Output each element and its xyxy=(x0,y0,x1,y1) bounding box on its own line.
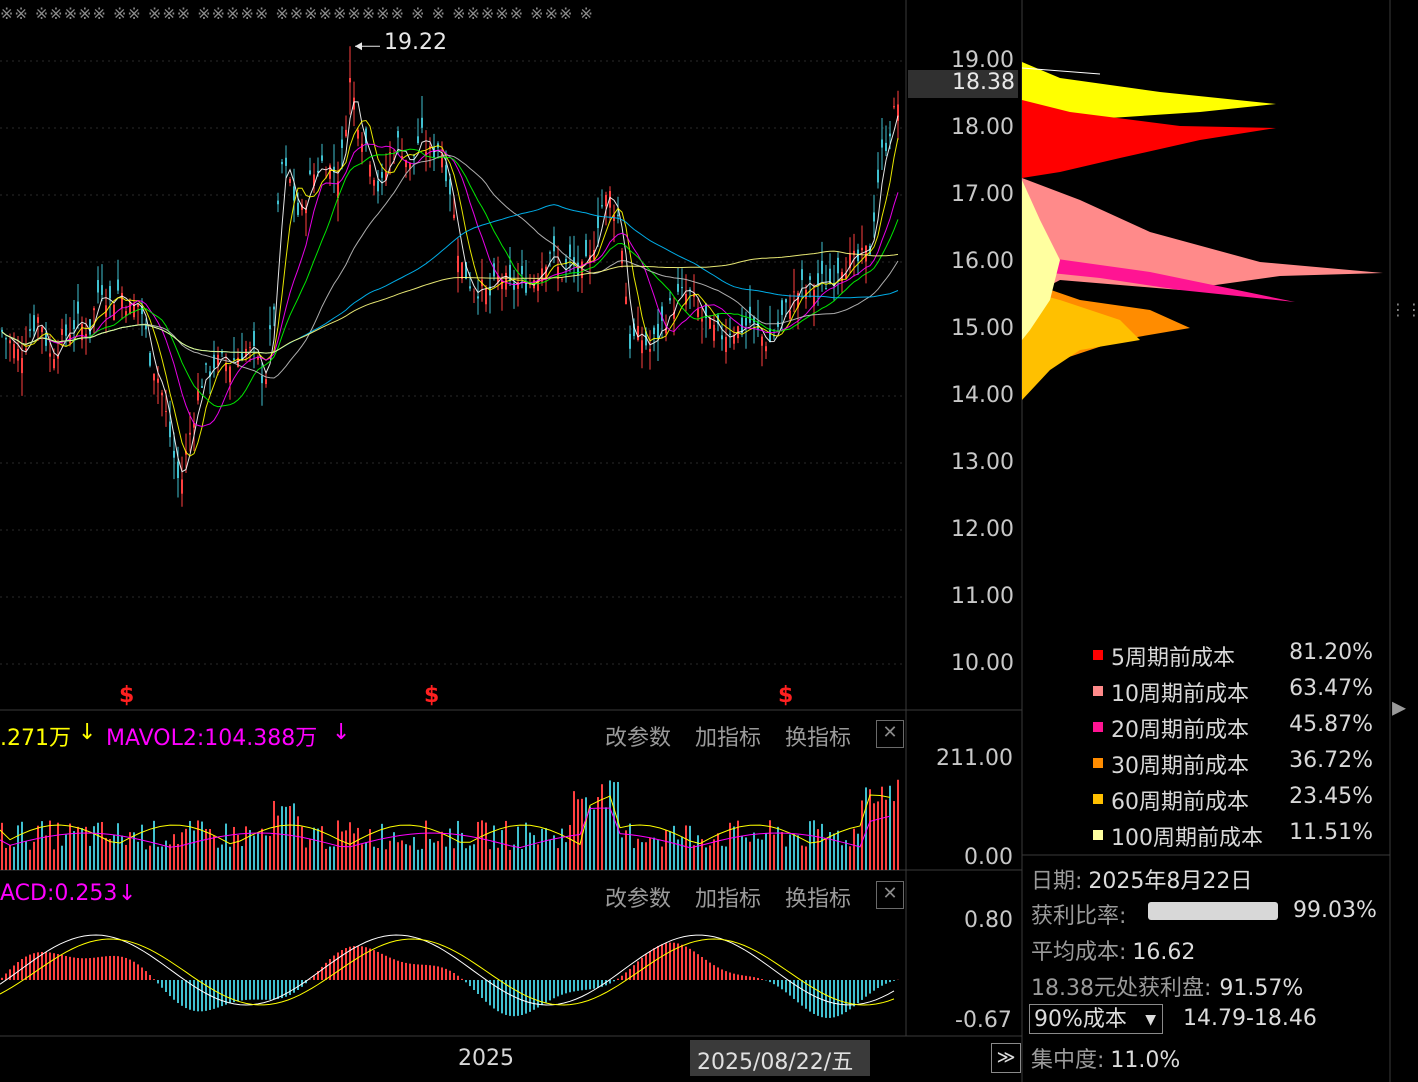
price-axis-tick: 18.00 xyxy=(951,115,1014,140)
signal-marker[interactable]: $ xyxy=(778,683,793,708)
legend-name: 60周期前成本 xyxy=(1111,790,1249,815)
signal-marker[interactable]: $ xyxy=(424,683,439,708)
legend-percent: 63.47% xyxy=(1289,676,1373,701)
macd-params-button[interactable]: 改参数 xyxy=(605,881,671,913)
legend-name: 20周期前成本 xyxy=(1111,718,1249,743)
legend-swatch xyxy=(1093,686,1103,696)
chip-legend-row: 60周期前成本 23.45% xyxy=(1093,784,1383,818)
price-axis-tick: 14.00 xyxy=(951,383,1014,408)
legend-name: 5周期前成本 xyxy=(1111,646,1235,671)
mavol1-label: .271万 xyxy=(0,726,71,751)
chip-legend-row: 30周期前成本 36.72% xyxy=(1093,748,1383,782)
legend-name: 30周期前成本 xyxy=(1111,754,1249,779)
legend-swatch xyxy=(1093,650,1103,660)
mavol1-arrow: ↓ xyxy=(78,720,97,745)
peak-arrow-head xyxy=(355,42,362,51)
chevron-right-icon[interactable]: ▸ xyxy=(1392,690,1406,723)
legend-swatch xyxy=(1093,758,1103,768)
price-axis-tick: 11.00 xyxy=(951,584,1014,609)
price-axis-tick: 12.00 xyxy=(951,517,1014,542)
chip-concentration-row: 集中度: 11.0% xyxy=(1031,1048,1181,1073)
legend-name: 100周期前成本 xyxy=(1111,826,1263,851)
legend-percent: 81.20% xyxy=(1289,640,1373,665)
price-axis-tick: 17.00 xyxy=(951,182,1014,207)
legend-percent: 23.45% xyxy=(1289,784,1373,809)
year-label: 2025 xyxy=(458,1046,514,1071)
chip-legend-row: 10周期前成本 63.47% xyxy=(1093,676,1383,710)
header-title-obscured: ※※ ※※※※※ ※※ ※※※ ※※※※※ ※※※※※※※※※ ※ ※ ※※※※… xyxy=(0,4,594,23)
cost-percent-select[interactable]: 90%成本 ▼ xyxy=(1029,1004,1163,1034)
chip-date-row: 日期: 2025年8月22日 xyxy=(1031,869,1253,894)
profit-ratio-bar xyxy=(1148,902,1278,920)
macd-arrow: ↓ xyxy=(118,881,137,906)
chip-legend-row: 5周期前成本 81.20% xyxy=(1093,640,1383,674)
mavol2-arrow: ↓ xyxy=(332,720,351,745)
chevron-down-icon: ▼ xyxy=(1145,1012,1156,1028)
chip-profit-value: 99.03% xyxy=(1293,898,1377,923)
price-axis-tick: 15.00 xyxy=(951,316,1014,341)
grip-icon[interactable]: ⋮⋮ xyxy=(1390,300,1418,319)
cost-range-value: 14.79-18.46 xyxy=(1183,1006,1317,1031)
macd-close-icon[interactable]: ✕ xyxy=(876,881,904,909)
volume-params-button[interactable]: 改参数 xyxy=(605,720,671,752)
legend-swatch xyxy=(1093,722,1103,732)
macd-label: ACD:0.253 xyxy=(0,881,118,906)
peak-price-label: 19.22 xyxy=(384,30,447,55)
chip-avg-row: 平均成本: 16.62 xyxy=(1031,940,1196,965)
cursor-date-label: 2025/08/22/五 xyxy=(697,1050,854,1075)
macd-axis-bottom: -0.67 xyxy=(955,1008,1012,1033)
price-axis-tick: 16.00 xyxy=(951,249,1014,274)
mavol2-label: MAVOL2:104.388万 xyxy=(106,726,318,751)
legend-name: 10周期前成本 xyxy=(1111,682,1249,707)
price-axis-tick: 13.00 xyxy=(951,450,1014,475)
chip-legend-row: 100周期前成本 11.51% xyxy=(1093,820,1383,854)
volume-switch-indicator-button[interactable]: 换指标 xyxy=(785,720,851,752)
legend-percent: 11.51% xyxy=(1289,820,1373,845)
macd-switch-indicator-button[interactable]: 换指标 xyxy=(785,881,851,913)
volume-close-icon[interactable]: ✕ xyxy=(876,720,904,748)
legend-percent: 36.72% xyxy=(1289,748,1373,773)
macd-axis-top: 0.80 xyxy=(964,908,1013,933)
volume-axis-bottom: 0.00 xyxy=(964,845,1013,870)
expand-icon[interactable]: ≫ xyxy=(991,1043,1021,1073)
chip-profit-label: 获利比率: xyxy=(1031,904,1127,929)
chip-band-pink xyxy=(1022,178,1383,300)
price-axis-tick: 10.00 xyxy=(951,651,1014,676)
signal-marker[interactable]: $ xyxy=(119,683,134,708)
volume-axis-top: 211.00 xyxy=(936,746,1013,771)
legend-swatch xyxy=(1093,830,1103,840)
macd-add-indicator-button[interactable]: 加指标 xyxy=(695,881,761,913)
current-price-label: 18.38 xyxy=(952,70,1015,95)
chip-at-price-row: 18.38元处获利盘: 91.57% xyxy=(1031,976,1304,1001)
legend-percent: 45.87% xyxy=(1289,712,1373,737)
legend-swatch xyxy=(1093,794,1103,804)
chip-legend-row: 20周期前成本 45.87% xyxy=(1093,712,1383,746)
moving-average-line xyxy=(1,119,899,457)
volume-add-indicator-button[interactable]: 加指标 xyxy=(695,720,761,752)
